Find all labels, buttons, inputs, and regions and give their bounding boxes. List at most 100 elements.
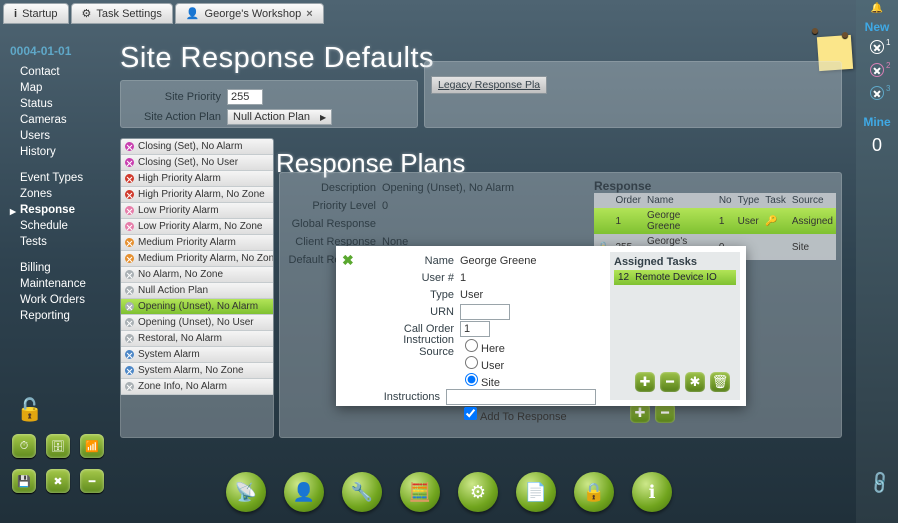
urn-input[interactable] (460, 304, 510, 320)
dock-settings-button[interactable]: ⚙ (458, 472, 498, 512)
nav-date: 0004-01-01 (10, 44, 108, 58)
defaults-title: Site Response Defaults (120, 42, 434, 75)
dock-info-button[interactable]: ℹ (632, 472, 672, 512)
plan-item[interactable]: Closing (Set), No Alarm (121, 139, 273, 155)
pop-type: User (460, 289, 483, 301)
plan-item[interactable]: Low Priority Alarm (121, 203, 273, 219)
nav-item-schedule[interactable]: Schedule (10, 218, 108, 234)
legacy-card: Legacy Response Pla (424, 61, 842, 128)
plan-item[interactable]: Medium Priority Alarm (121, 235, 273, 251)
nav-item-contact[interactable]: Contact (10, 64, 108, 80)
nav-item-cameras[interactable]: Cameras (10, 112, 108, 128)
close-icon[interactable]: × (306, 8, 312, 20)
plan-item[interactable]: High Priority Alarm, No Zone (121, 187, 273, 203)
task-remove-button[interactable]: ━ (660, 372, 680, 392)
tab-workshop[interactable]: 👤George's Workshop× (175, 3, 324, 24)
src-user-radio[interactable] (465, 356, 478, 369)
legacy-response-button[interactable]: Legacy Response Pla (431, 76, 547, 94)
site-action-plan-combo[interactable]: Null Action Plan▶ (227, 109, 332, 125)
database-button[interactable]: 🗄 (46, 434, 70, 458)
plan-item[interactable]: Opening (Unset), No User (121, 315, 273, 331)
dock-doc-button[interactable]: 📄 (516, 472, 556, 512)
right-new-label: New (865, 20, 890, 34)
site-priority-label: Site Priority (129, 91, 221, 103)
assigned-tasks-title: Assigned Tasks (614, 256, 736, 268)
status-dot-icon (125, 222, 134, 231)
alert-icon-2[interactable] (870, 63, 884, 77)
alert-icon-3[interactable] (870, 86, 884, 100)
nav-item-history[interactable]: History (10, 144, 108, 160)
nav-item-maintenance[interactable]: Maintenance (10, 276, 108, 292)
response-row[interactable]: 1George Greene1User🔑Assigned (594, 208, 836, 234)
src-site-radio[interactable] (465, 373, 478, 386)
bell-icon[interactable]: 🔔 (871, 3, 883, 14)
status-dot-icon (125, 350, 134, 359)
task-delete-button[interactable]: 🗑 (710, 372, 730, 392)
close-popover-button[interactable]: ✖ (342, 252, 354, 269)
dock-lock-button[interactable]: 🔒 (574, 472, 614, 512)
status-dot-icon (125, 302, 134, 311)
pop-user-no: 1 (460, 272, 466, 284)
dock-calc-button[interactable]: 🧮 (400, 472, 440, 512)
task-star-button[interactable]: ✱ (685, 372, 705, 392)
nav-item-event-types[interactable]: Event Types (10, 170, 108, 186)
rss-button[interactable]: 📶 (80, 434, 104, 458)
plan-item[interactable]: Null Action Plan (121, 283, 273, 299)
nav-item-status[interactable]: Status (10, 96, 108, 112)
status-dot-icon (125, 366, 134, 375)
dock-user-button[interactable]: 👤 (284, 472, 324, 512)
status-dot-icon (125, 142, 134, 151)
nav-item-billing[interactable]: Billing (10, 260, 108, 276)
alert-icon-1[interactable] (870, 40, 884, 54)
nav-item-zones[interactable]: Zones (10, 186, 108, 202)
under-remove-button[interactable]: ━ (655, 403, 675, 423)
dock-antenna-button[interactable]: 📡 (226, 472, 266, 512)
status-dot-icon (125, 206, 134, 215)
under-add-button[interactable]: ✚ (630, 403, 650, 423)
detail-description: Opening (Unset), No Alarm (382, 182, 514, 194)
site-action-plan-label: Site Action Plan (129, 111, 221, 123)
responder-popover: ✖ NameGeorge Greene User #1 TypeUser URN… (336, 246, 746, 406)
plan-item[interactable]: Opening (Unset), No Alarm (121, 299, 273, 315)
nav-item-reporting[interactable]: Reporting (10, 308, 108, 324)
right-mine-label: Mine (863, 115, 890, 129)
nav-item-work-orders[interactable]: Work Orders (10, 292, 108, 308)
site-priority-input[interactable] (227, 89, 263, 105)
status-dot-icon (125, 334, 134, 343)
plan-item[interactable]: Restoral, No Alarm (121, 331, 273, 347)
plan-item[interactable]: Zone Info, No Alarm (121, 379, 273, 395)
nav-item-users[interactable]: Users (10, 128, 108, 144)
pin-icon (812, 28, 818, 34)
dock: 📡 👤 🔧 🧮 ⚙ 📄 🔒 ℹ (0, 461, 898, 523)
status-dot-icon (125, 270, 134, 279)
tab-startup[interactable]: iStartup (3, 3, 69, 24)
dock-tools-button[interactable]: 🔧 (342, 472, 382, 512)
plan-item[interactable]: System Alarm, No Zone (121, 363, 273, 379)
unlock-icon[interactable]: 🔓 (16, 397, 43, 423)
plan-item[interactable]: System Alarm (121, 347, 273, 363)
plan-item[interactable]: No Alarm, No Zone (121, 267, 273, 283)
task-add-button[interactable]: ✚ (635, 372, 655, 392)
status-dot-icon (125, 238, 134, 247)
assigned-task-row[interactable]: 12Remote Device IO (614, 270, 736, 285)
nav-item-response[interactable]: Response (10, 202, 108, 218)
plan-item[interactable]: Closing (Set), No User (121, 155, 273, 171)
nav-item-map[interactable]: Map (10, 80, 108, 96)
plan-item[interactable]: Low Priority Alarm, No Zone (121, 219, 273, 235)
global-response-label: Global Response (286, 218, 382, 230)
response-title: Response (594, 179, 836, 193)
plan-item[interactable]: High Priority Alarm (121, 171, 273, 187)
nav-item-tests[interactable]: Tests (10, 234, 108, 250)
status-dot-icon (125, 286, 134, 295)
call-order-input[interactable] (460, 321, 490, 337)
assigned-tasks-panel: Assigned Tasks 12Remote Device IO ✚ ━ ✱ … (610, 252, 740, 400)
add-to-response-checkbox[interactable] (464, 407, 477, 420)
tab-task-settings[interactable]: ⚙Task Settings (71, 3, 173, 24)
instructions-input[interactable] (446, 389, 596, 405)
src-here-radio[interactable] (465, 339, 478, 352)
plan-item[interactable]: Medium Priority Alarm, No Zone (121, 251, 273, 267)
status-dot-icon (125, 254, 134, 263)
alarm-clock-button[interactable]: ⏱ (12, 434, 36, 458)
status-dot-icon (125, 382, 134, 391)
pin-icon (842, 32, 848, 38)
